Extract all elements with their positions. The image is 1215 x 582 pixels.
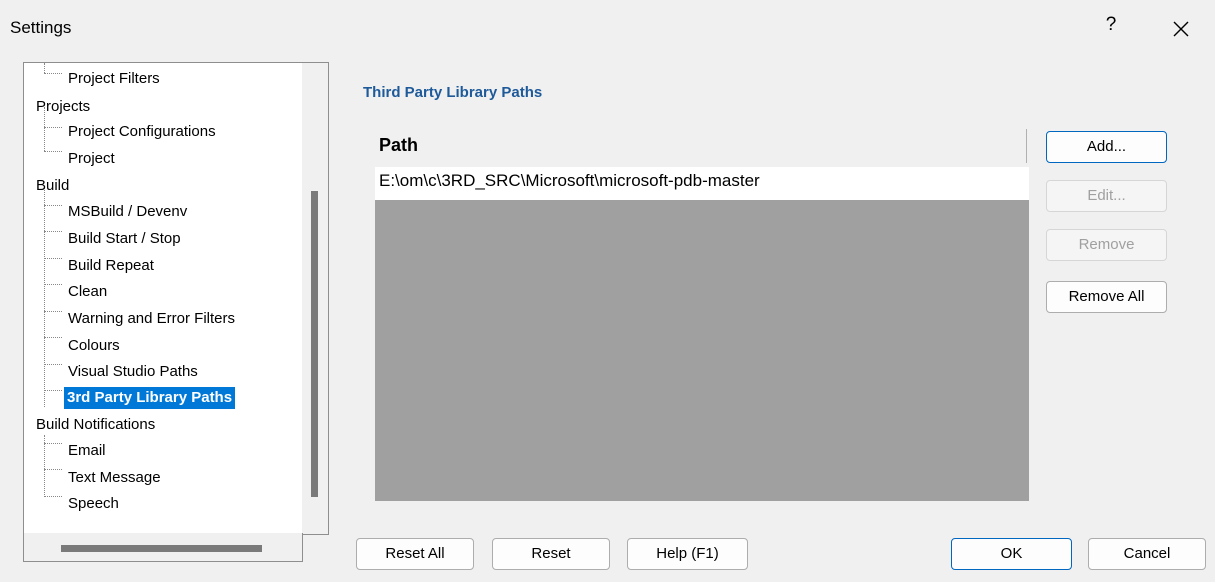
- list-header[interactable]: Path: [375, 129, 1029, 167]
- settings-tree[interactable]: Project Filters Projects Project Configu…: [23, 62, 303, 534]
- tree-item-colours[interactable]: Colours: [68, 335, 120, 357]
- reset-all-button[interactable]: Reset All: [356, 538, 474, 570]
- column-separator: [1026, 129, 1027, 163]
- tree-item-project-filters[interactable]: Project Filters: [68, 68, 160, 90]
- remove-button[interactable]: Remove: [1046, 229, 1167, 261]
- tree-item-projects[interactable]: Projects: [36, 96, 90, 118]
- remove-all-button[interactable]: Remove All: [1046, 281, 1167, 313]
- library-paths-list[interactable]: Path E:\om\c\3RD_SRC\Microsoft\microsoft…: [375, 129, 1029, 501]
- tree-item-speech[interactable]: Speech: [68, 493, 119, 515]
- help-icon[interactable]: ?: [1096, 14, 1126, 36]
- close-icon[interactable]: [1163, 11, 1199, 47]
- edit-button[interactable]: Edit...: [1046, 180, 1167, 212]
- tree-horizontal-scroll-thumb[interactable]: [61, 545, 262, 552]
- tree-item-project-configurations[interactable]: Project Configurations: [68, 121, 216, 143]
- list-item[interactable]: E:\om\c\3RD_SRC\Microsoft\microsoft-pdb-…: [375, 167, 1029, 200]
- path-cell: E:\om\c\3RD_SRC\Microsoft\microsoft-pdb-…: [379, 171, 760, 190]
- tree-item-email[interactable]: Email: [68, 440, 106, 462]
- reset-button[interactable]: Reset: [492, 538, 610, 570]
- tree-item-build-start-stop[interactable]: Build Start / Stop: [68, 228, 181, 250]
- tree-item-msbuild-devenv[interactable]: MSBuild / Devenv: [68, 201, 187, 223]
- column-header-path[interactable]: Path: [379, 135, 418, 156]
- tree-item-3rd-party-library-paths[interactable]: 3rd Party Library Paths: [64, 387, 236, 409]
- title-bar: Settings ?: [0, 0, 1215, 60]
- tree-item-project[interactable]: Project: [68, 148, 115, 170]
- tree-item-visual-studio-paths[interactable]: Visual Studio Paths: [68, 361, 198, 383]
- tree-item-build-repeat[interactable]: Build Repeat: [68, 255, 154, 277]
- tree-vertical-scroll-thumb[interactable]: [311, 191, 318, 497]
- tree-item-build-notifications[interactable]: Build Notifications: [36, 414, 155, 436]
- add-button[interactable]: Add...: [1046, 131, 1167, 163]
- tree-item-clean[interactable]: Clean: [68, 281, 107, 303]
- tree-item-warning-error-filters[interactable]: Warning and Error Filters: [68, 308, 235, 330]
- section-title: Third Party Library Paths: [363, 84, 543, 101]
- tree-item-build[interactable]: Build: [36, 175, 69, 197]
- window-title: Settings: [10, 18, 72, 37]
- ok-button[interactable]: OK: [951, 538, 1072, 570]
- tree-item-text-message[interactable]: Text Message: [68, 467, 161, 489]
- help-button[interactable]: Help (F1): [627, 538, 748, 570]
- cancel-button[interactable]: Cancel: [1088, 538, 1206, 570]
